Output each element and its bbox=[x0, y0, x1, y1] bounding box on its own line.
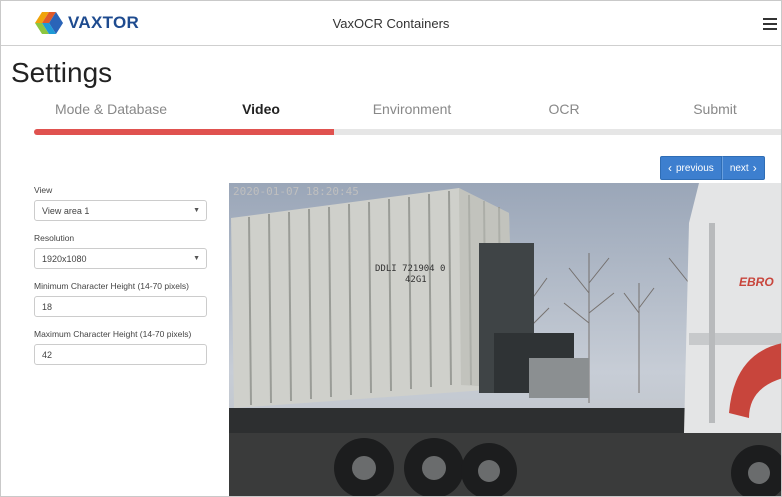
container-code: DDLI 721904 0 bbox=[375, 264, 445, 274]
video-timestamp: 2020-01-07 18:20:45 bbox=[233, 185, 359, 198]
view-select-value: View area 1 bbox=[42, 205, 90, 216]
max-char-height-label: Maximum Character Height (14-70 pixels) bbox=[34, 329, 192, 339]
video-preview[interactable]: DDLI 721904 0 42G1 EBRO 2020-01-07 18:20… bbox=[229, 183, 781, 496]
hamburger-icon[interactable] bbox=[763, 18, 777, 30]
previous-button[interactable]: ‹ previous bbox=[660, 156, 722, 180]
wizard-nav: ‹ previous next › bbox=[660, 156, 765, 180]
truck-brand-text: EBRO bbox=[739, 275, 774, 289]
view-label: View bbox=[34, 185, 53, 195]
min-char-height-value: 18 bbox=[42, 301, 53, 312]
previous-label: previous bbox=[676, 162, 714, 174]
step-mode-database[interactable]: Mode & Database bbox=[55, 101, 167, 117]
top-bar: VAXTOR VaxOCR Containers bbox=[1, 1, 781, 46]
caret-down-icon: ▼ bbox=[193, 255, 200, 262]
page-title: Settings bbox=[11, 57, 113, 88]
step-submit[interactable]: Submit bbox=[693, 101, 737, 117]
chevron-left-icon: ‹ bbox=[668, 161, 672, 175]
camera-frame-image: DDLI 721904 0 42G1 EBRO bbox=[229, 183, 781, 496]
max-char-height-input[interactable]: 42 bbox=[34, 344, 207, 365]
next-label: next bbox=[729, 162, 749, 174]
chevron-right-icon: › bbox=[752, 161, 757, 175]
video-settings-form: View View area 1 ▼ Resolution 1920x1080 … bbox=[34, 185, 209, 377]
step-environment[interactable]: Environment bbox=[373, 101, 452, 117]
app-title: VaxOCR Containers bbox=[332, 16, 450, 31]
next-button[interactable]: next › bbox=[721, 156, 765, 180]
step-video[interactable]: Video bbox=[242, 101, 280, 117]
max-char-height-value: 42 bbox=[42, 349, 53, 360]
view-select[interactable]: View area 1 ▼ bbox=[34, 200, 207, 221]
resolution-select-value: 1920x1080 bbox=[42, 253, 87, 264]
progress-bar bbox=[34, 129, 781, 135]
min-char-height-label: Minimum Character Height (14-70 pixels) bbox=[34, 281, 189, 291]
resolution-label: Resolution bbox=[34, 233, 75, 243]
caret-down-icon: ▼ bbox=[193, 207, 200, 214]
app-window: VAXTOR VaxOCR Containers Settings Mode &… bbox=[0, 0, 782, 497]
wizard-steps: Mode & Database Video Environment OCR Su… bbox=[1, 101, 781, 121]
progress-fill bbox=[34, 129, 334, 135]
resolution-select[interactable]: 1920x1080 ▼ bbox=[34, 248, 207, 269]
min-char-height-input[interactable]: 18 bbox=[34, 296, 207, 317]
container-iso-code: 42G1 bbox=[405, 275, 427, 285]
step-ocr[interactable]: OCR bbox=[548, 101, 579, 117]
